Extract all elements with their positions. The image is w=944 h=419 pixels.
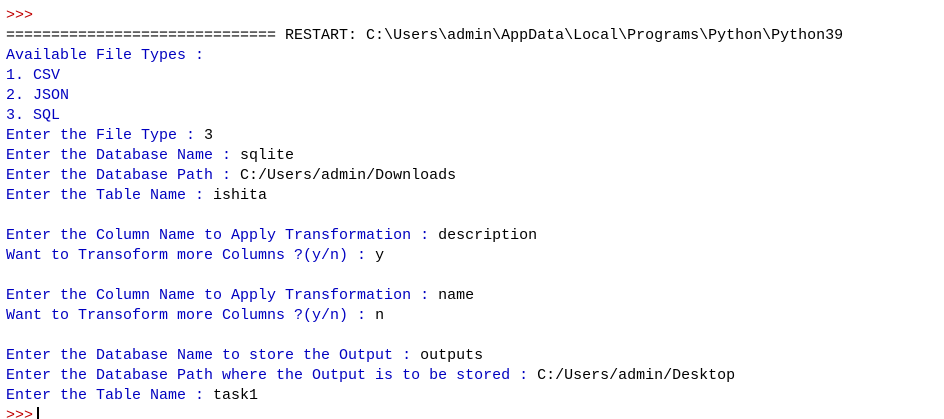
user-input-text: ishita [213,0,267,4]
user-input-text: description [438,227,538,244]
blank-line [6,266,843,286]
shell-line: Enter the Table Name : ishita [6,186,843,206]
shell-line: ============================== RESTART: … [6,26,843,46]
user-input-text: C:/Users/admin/Downloads [240,167,457,184]
user-input-text: name [438,287,475,304]
program-output-text: Enter the File Type : [6,127,205,144]
user-input-text: ishita [213,187,268,204]
blank-line [6,326,843,346]
shell-prompt: >>> [6,7,34,24]
program-output-text: Enter the Database Path where the Output… [6,367,538,384]
shell-line: Available File Types : [6,46,843,66]
shell-line: Enter the File Type : 3 [6,126,843,146]
program-output-text: 3. SQL [6,107,61,124]
shell-line: Enter the Database Name : sqlite [6,146,843,166]
user-input-text: y [375,247,385,264]
shell-line: 3. SQL [6,106,843,126]
shell-line: Enter the Database Path where the Output… [6,366,843,386]
shell-input-line[interactable]: >>> [6,406,843,419]
program-output-text: Enter the Column Name to Apply Transform… [6,287,439,304]
restart-banner: ============================== RESTART: … [6,27,844,44]
program-output-text: Enter the Table Name : [6,387,214,404]
shell-line: 2. JSON [6,86,843,106]
shell-line: Enter the Database Path : C:/Users/admin… [6,166,843,186]
program-output-text: Available File Types : [6,47,205,64]
shell-output-area: Enter the Table Name : ishita >>> ========… [6,0,843,419]
program-output-text: 1. CSV [6,67,61,84]
shell-line: Enter the Column Name to Apply Transform… [6,226,843,246]
shell-line: Want to Transoform more Columns ?(y/n) :… [6,246,843,266]
program-output-text: Want to Transoform more Columns ?(y/n) : [6,247,376,264]
shell-line: Enter the Column Name to Apply Transform… [6,286,843,306]
program-output-text: Enter the Database Path : [6,167,241,184]
user-input-text: 3 [204,127,214,144]
program-output-text: Enter the Database Name to store the Out… [6,347,421,364]
shell-line: >>> [6,6,843,26]
shell-line: Enter the Table Name : task1 [6,386,843,406]
program-output-text: Enter the Table Name : [6,0,213,4]
program-output-text: Enter the Table Name : [6,187,214,204]
user-input-text: C:/Users/admin/Desktop [537,367,736,384]
shell-line: Want to Transoform more Columns ?(y/n) :… [6,306,843,326]
user-input-text: n [375,307,385,324]
program-output-text: Enter the Database Name : [6,147,241,164]
user-input-text: task1 [213,387,259,404]
shell-line: Enter the Database Name to store the Out… [6,346,843,366]
user-input-text: outputs [420,347,484,364]
program-output-text: Want to Transoform more Columns ?(y/n) : [6,307,376,324]
shell-prompt: >>> [6,407,34,419]
shell-line: 1. CSV [6,66,843,86]
blank-line [6,206,843,226]
program-output-text: 2. JSON [6,87,70,104]
program-output-text: Enter the Column Name to Apply Transform… [6,227,439,244]
python-shell-window[interactable]: Enter the Table Name : ishita >>> ========… [0,0,944,419]
text-cursor [37,407,40,419]
user-input-text: sqlite [240,147,295,164]
